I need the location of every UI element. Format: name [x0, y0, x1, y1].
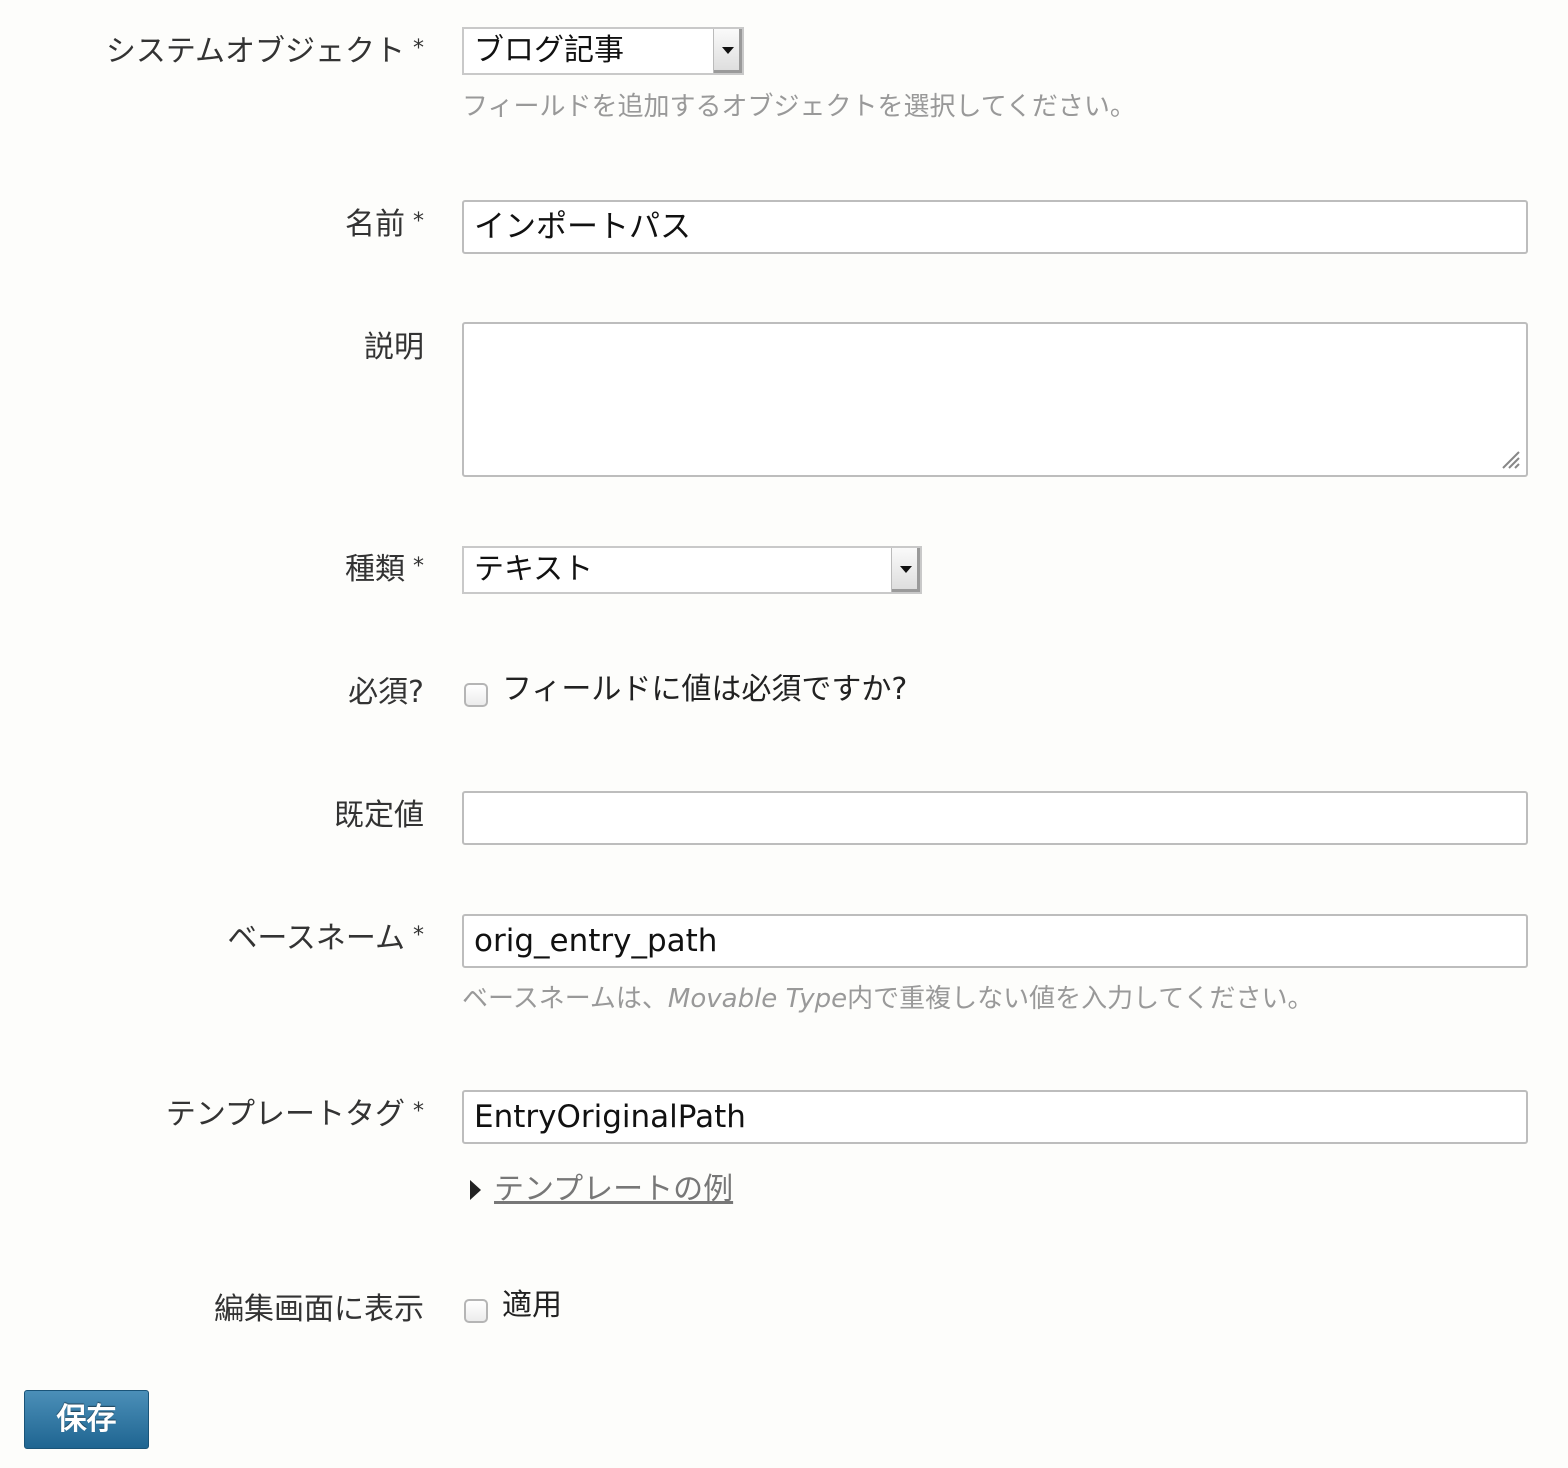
save-button[interactable]: 保存 [24, 1390, 149, 1449]
name-input-value: インポートパス [474, 209, 691, 245]
required-checkbox-label[interactable]: フィールドに値は必須ですか? [502, 670, 907, 710]
name-input[interactable]: インポートパス [462, 200, 1528, 254]
required-checkbox[interactable] [464, 683, 488, 707]
basename-hint-prefix: ベースネームは、 [462, 984, 668, 1014]
resize-grip-icon[interactable] [1498, 447, 1520, 469]
type-select[interactable]: テキスト [462, 546, 922, 594]
template-example-link[interactable]: テンプレートの例 [494, 1170, 733, 1210]
disclosure-triangle-icon[interactable] [470, 1180, 481, 1200]
template-tag-input[interactable]: EntryOriginalPath [462, 1090, 1528, 1144]
show-in-edit-checkbox[interactable] [464, 1299, 488, 1323]
system-object-selected-value: ブログ記事 [474, 33, 624, 68]
type-label-text: 種類 [345, 552, 405, 587]
template-tag-label: テンプレートタグ * [166, 1095, 424, 1138]
type-selected-value: テキスト [474, 552, 594, 587]
required-label: 必須? [348, 675, 424, 710]
system-object-label: システムオブジェクト * [106, 32, 424, 75]
system-object-label-text: システムオブジェクト [105, 34, 405, 69]
chevron-down-icon[interactable] [891, 548, 920, 592]
required-mark: * [413, 554, 424, 579]
system-object-select[interactable]: ブログ記事 [462, 27, 744, 75]
basename-hint-product: Movable Type [667, 984, 848, 1014]
required-mark: * [413, 923, 424, 948]
name-label-text: 名前 [345, 207, 405, 242]
basename-input[interactable]: orig_entry_path [462, 914, 1528, 968]
basename-label: ベースネーム * [227, 919, 424, 962]
basename-hint: ベースネームは、Movable Type内で重複しない値を入力してください。 [462, 981, 1314, 1017]
default-value-label: 既定値 [334, 798, 424, 833]
template-tag-input-value: EntryOriginalPath [474, 1099, 746, 1135]
basename-hint-suffix: 内で重複しない値を入力してください。 [847, 984, 1314, 1014]
default-value-input[interactable] [462, 791, 1528, 845]
basename-input-value: orig_entry_path [474, 923, 718, 959]
template-tag-label-text: テンプレートタグ [165, 1097, 405, 1132]
name-label: 名前 * [345, 205, 424, 248]
basename-label-text: ベースネーム [227, 921, 405, 956]
show-in-edit-checkbox-label[interactable]: 適用 [502, 1286, 562, 1326]
system-object-hint: フィールドを追加するオブジェクトを選択してください。 [462, 92, 1136, 122]
chevron-down-icon[interactable] [713, 29, 742, 73]
required-mark: * [413, 1099, 424, 1124]
description-textarea[interactable] [462, 322, 1528, 477]
type-label: 種類 * [345, 550, 424, 593]
required-mark: * [413, 36, 424, 61]
show-in-edit-label: 編集画面に表示 [214, 1292, 424, 1327]
required-mark: * [413, 209, 424, 234]
description-label: 説明 [364, 330, 424, 365]
